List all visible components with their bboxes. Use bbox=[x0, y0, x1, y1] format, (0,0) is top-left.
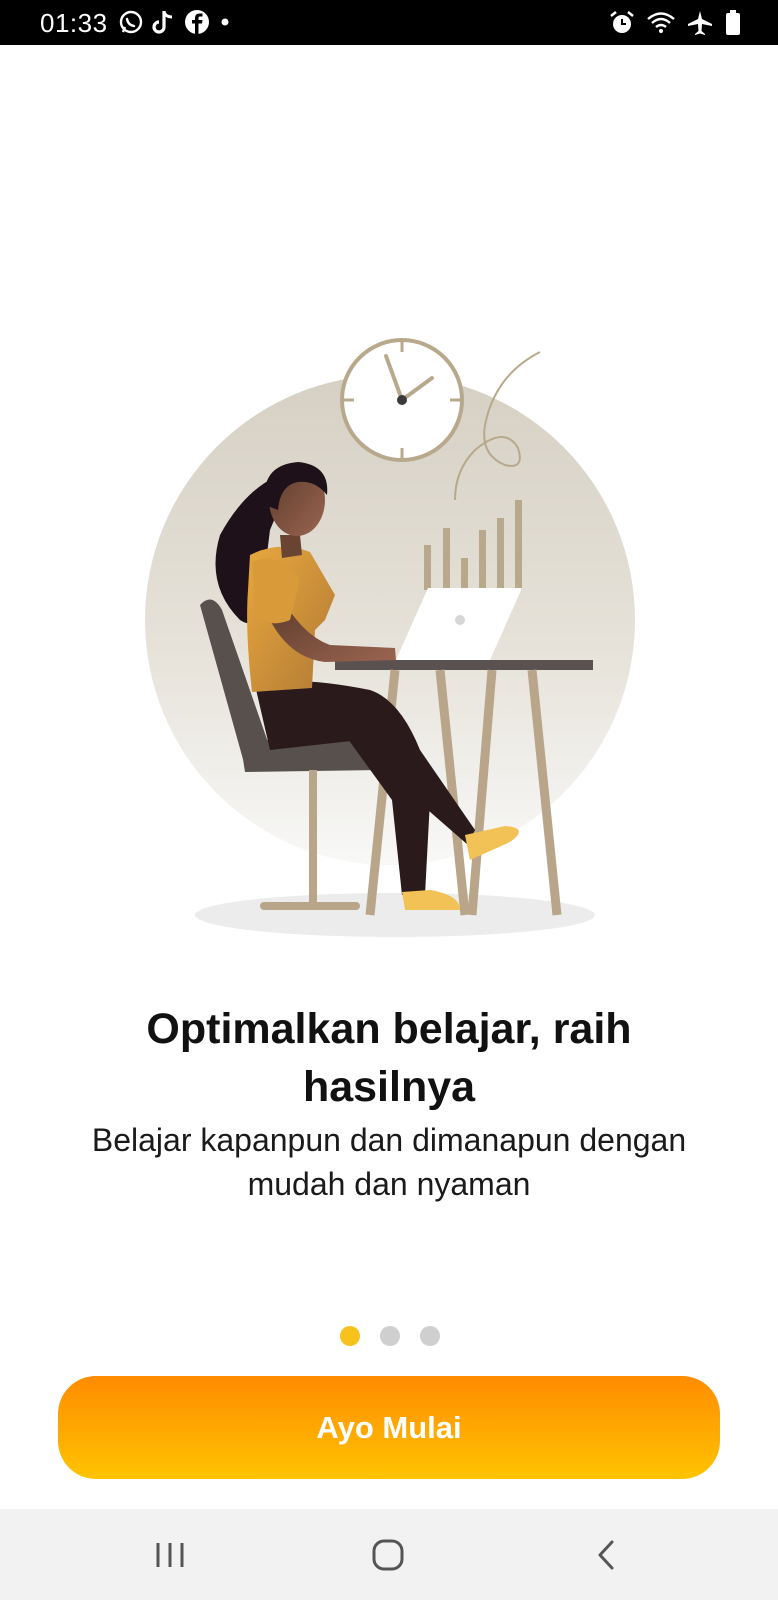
dot-icon bbox=[218, 9, 232, 35]
onboarding-subtitle: Belajar kapanpun dan dimanapun dengan mu… bbox=[91, 1122, 687, 1202]
page-indicator bbox=[340, 1326, 440, 1346]
page-dot-3[interactable] bbox=[420, 1326, 440, 1346]
page-dot-1[interactable] bbox=[340, 1326, 360, 1346]
wifi-icon bbox=[646, 9, 676, 37]
start-button[interactable]: Ayo Mulai bbox=[58, 1376, 720, 1479]
whatsapp-icon bbox=[118, 9, 144, 35]
tiktok-icon bbox=[152, 9, 176, 35]
page-dot-2[interactable] bbox=[380, 1326, 400, 1346]
alarm-icon bbox=[608, 9, 636, 37]
floor-shadow bbox=[195, 893, 595, 937]
system-nav-bar bbox=[0, 1509, 778, 1600]
onboarding-illustration bbox=[130, 330, 650, 960]
airplane-icon bbox=[686, 9, 714, 37]
clock-icon bbox=[340, 338, 464, 462]
shoe bbox=[402, 890, 460, 910]
back-icon[interactable] bbox=[576, 1533, 636, 1577]
home-icon[interactable] bbox=[358, 1533, 418, 1577]
facebook-icon bbox=[184, 9, 210, 35]
recent-apps-icon[interactable] bbox=[140, 1533, 200, 1577]
onboarding-title: Optimalkan belajar, raih hasilnya bbox=[146, 1005, 632, 1111]
status-time: 01:33 bbox=[40, 8, 108, 38]
status-bar: 01:33 bbox=[0, 0, 778, 45]
battery-icon bbox=[724, 9, 742, 37]
